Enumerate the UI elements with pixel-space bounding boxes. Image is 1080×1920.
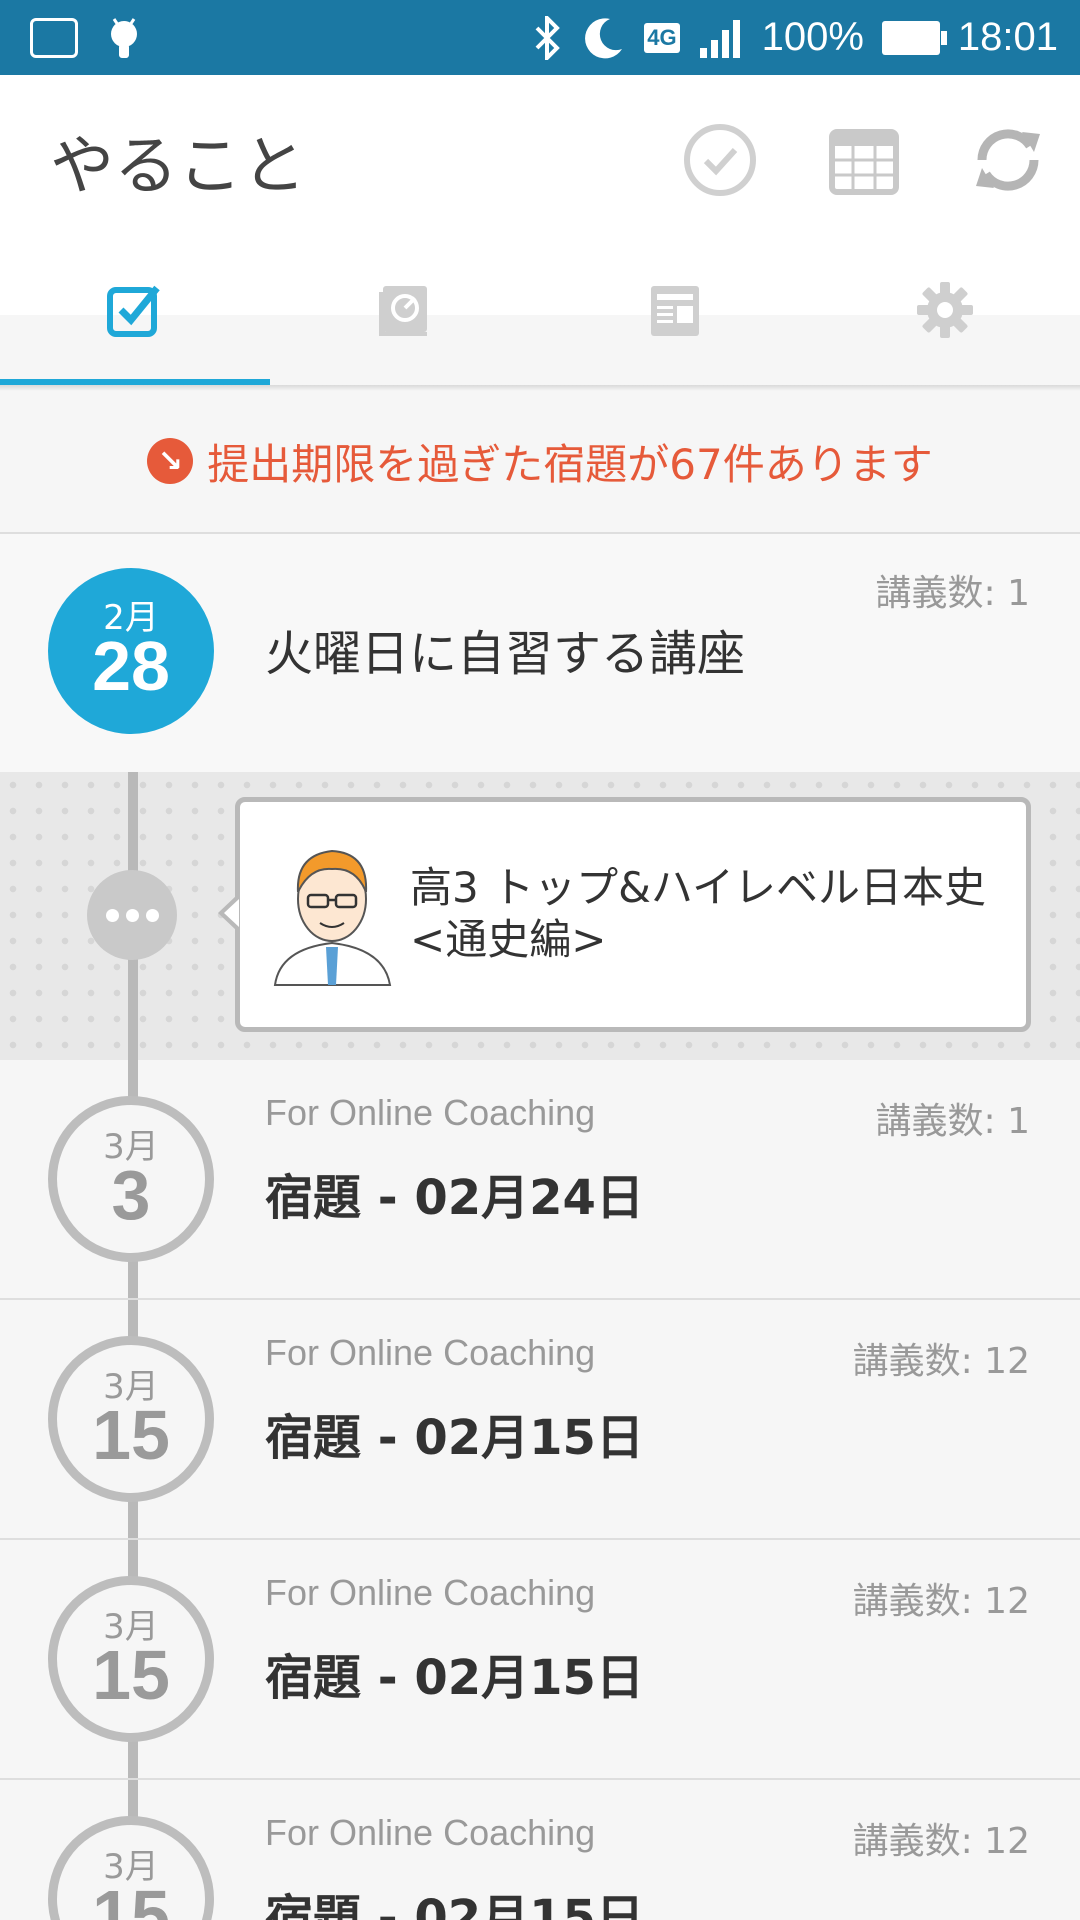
date-badge: 3月 3 bbox=[48, 1096, 214, 1262]
item-subtitle: For Online Coaching bbox=[265, 1092, 596, 1133]
item-title: 火曜日に自習する講座 bbox=[265, 626, 746, 682]
date-badge: 3月 15 bbox=[48, 1336, 214, 1502]
list-item[interactable]: 3月 15 For Online Coaching 講義数: 12 宿題 - 0… bbox=[0, 1300, 1080, 1538]
app-bar: やること bbox=[0, 75, 1080, 385]
battery-icon bbox=[881, 20, 947, 55]
signal-icon bbox=[699, 19, 740, 58]
course-card[interactable]: 高3 トップ&ハイレベル日本史<通史編> bbox=[235, 797, 1031, 1032]
overdue-notice[interactable]: ↘ 提出期限を過ぎた宿題が67件あります bbox=[0, 391, 1080, 531]
date-day: 15 bbox=[92, 1636, 170, 1714]
tab-courses[interactable] bbox=[270, 235, 540, 385]
refresh-icon[interactable] bbox=[968, 120, 1048, 200]
arrow-down-right-icon: ↘ bbox=[147, 438, 194, 484]
item-title: 宿題 - 02月15日 bbox=[265, 1890, 644, 1920]
calendar-icon[interactable] bbox=[824, 120, 904, 200]
status-bar: 4G 100% 18:01 bbox=[0, 0, 1080, 75]
checkbox-icon bbox=[107, 285, 160, 337]
gear-icon bbox=[917, 282, 973, 338]
newspaper-icon bbox=[651, 286, 699, 336]
clock: 18:01 bbox=[957, 15, 1058, 59]
keyboard-icon bbox=[30, 18, 78, 58]
tab-bar bbox=[0, 235, 1080, 385]
teacher-avatar bbox=[273, 849, 392, 986]
lecture-count: 講義数: 12 bbox=[852, 1821, 1030, 1862]
card-pointer-inner bbox=[224, 899, 239, 927]
list-item[interactable]: 3月 15 For Online Coaching 講義数: 12 宿題 - 0… bbox=[0, 1540, 1080, 1778]
lecture-count: 講義数: 12 bbox=[852, 1341, 1030, 1382]
page-title: やること bbox=[50, 130, 306, 204]
battery-percent: 100% bbox=[761, 15, 864, 59]
more-icon bbox=[87, 870, 177, 960]
item-subtitle: For Online Coaching bbox=[265, 1572, 596, 1613]
list-item[interactable]: 3月 15 For Online Coaching 講義数: 12 宿題 - 0… bbox=[0, 1780, 1080, 1920]
check-circle-icon[interactable] bbox=[680, 120, 760, 200]
lecture-count: 講義数: 1 bbox=[875, 573, 1030, 614]
date-badge: 3月 15 bbox=[48, 1816, 214, 1920]
date-day: 28 bbox=[92, 627, 170, 705]
lecture-count: 講義数: 1 bbox=[875, 1101, 1030, 1142]
android-icon bbox=[111, 18, 137, 58]
item-subtitle: For Online Coaching bbox=[265, 1812, 596, 1853]
overdue-notice-text: 提出期限を過ぎた宿題が67件あります bbox=[207, 439, 933, 489]
date-day: 15 bbox=[92, 1396, 170, 1474]
moon-icon bbox=[585, 17, 623, 58]
course-title: 高3 トップ&ハイレベル日本史<通史編> bbox=[410, 863, 986, 964]
network-type-badge: 4G bbox=[644, 22, 680, 53]
date-badge: 2月 28 bbox=[48, 568, 214, 734]
item-title: 宿題 - 02月15日 bbox=[265, 1650, 644, 1706]
tab-settings[interactable] bbox=[810, 235, 1080, 385]
item-title: 宿題 - 02月15日 bbox=[265, 1410, 644, 1466]
date-day: 15 bbox=[92, 1876, 170, 1920]
list-item[interactable]: 2月 28 講義数: 1 火曜日に自習する講座 bbox=[0, 534, 1080, 772]
bluetooth-icon bbox=[535, 15, 561, 60]
date-badge: 3月 15 bbox=[48, 1576, 214, 1742]
item-title: 宿題 - 02月24日 bbox=[265, 1170, 644, 1226]
book-icon bbox=[379, 286, 427, 336]
tab-todo[interactable] bbox=[0, 235, 270, 385]
item-subtitle: For Online Coaching bbox=[265, 1332, 596, 1373]
list-item[interactable]: 3月 3 For Online Coaching 講義数: 1 宿題 - 02月… bbox=[0, 1060, 1080, 1298]
lecture-count: 講義数: 12 bbox=[852, 1581, 1030, 1622]
date-day: 3 bbox=[111, 1156, 151, 1234]
tab-news[interactable] bbox=[540, 235, 810, 385]
